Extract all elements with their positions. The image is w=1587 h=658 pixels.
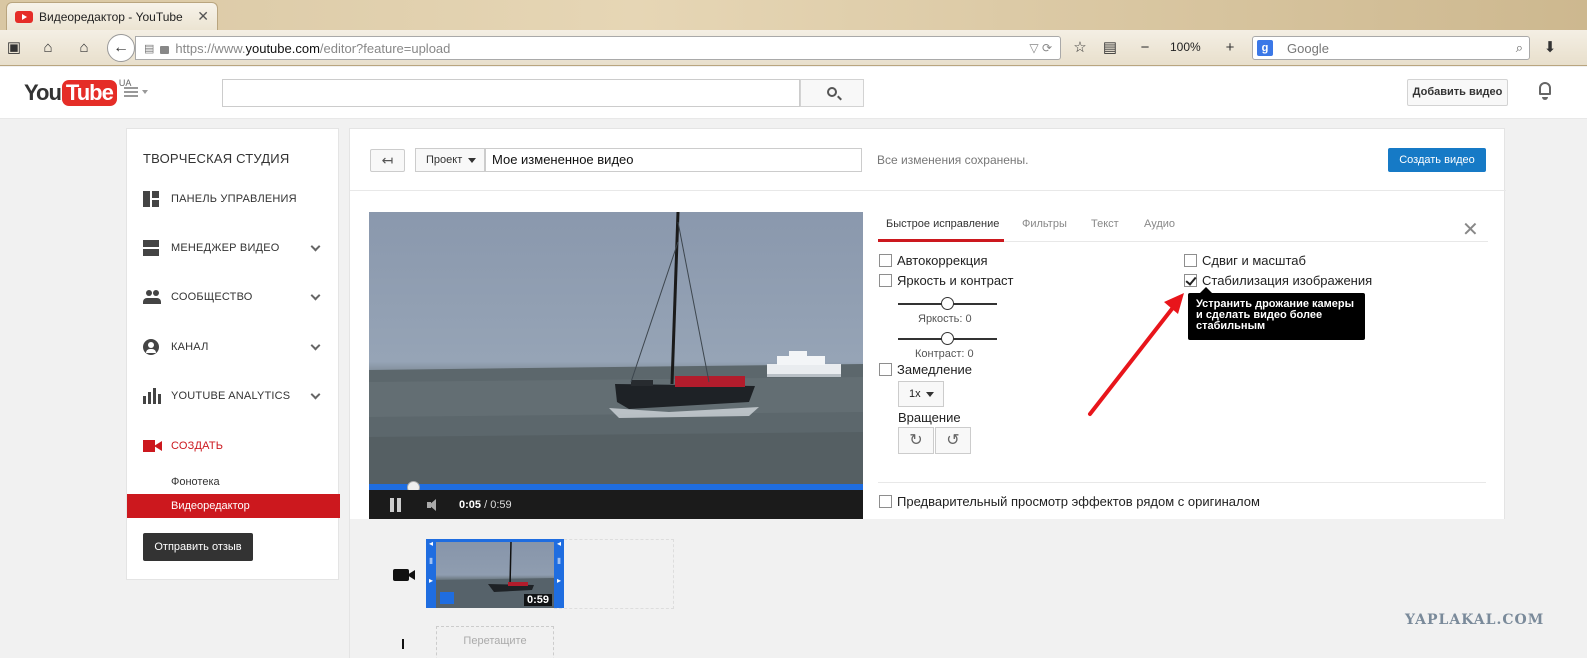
watermark-logo: YAPLAKAL.COM — [1405, 612, 1545, 628]
red-annotation-arrow — [1088, 293, 1184, 416]
